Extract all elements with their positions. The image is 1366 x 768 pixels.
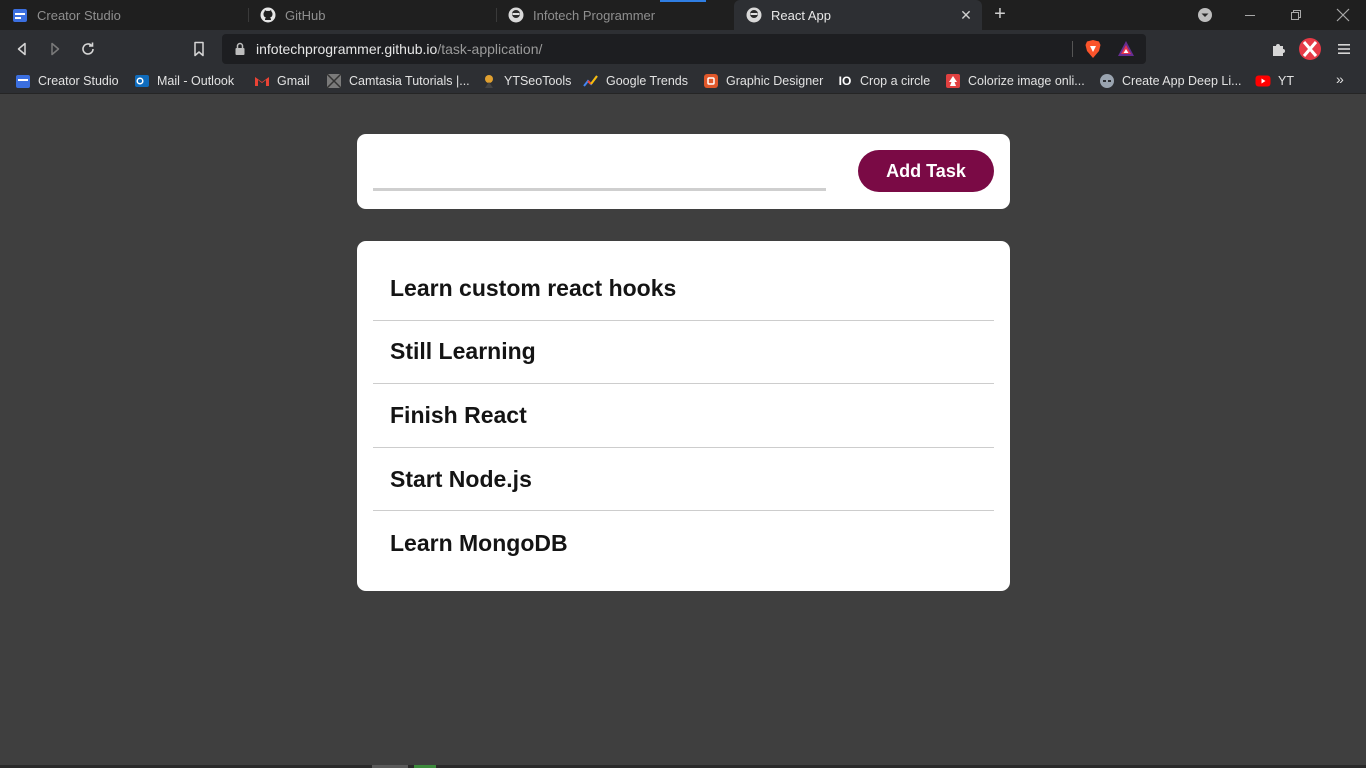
close-icon [1336, 8, 1350, 22]
camtasia-icon [326, 73, 342, 89]
bookmark-yt[interactable]: YT [1255, 72, 1294, 90]
bookmark-mail-outlook[interactable]: Mail - Outlook [134, 72, 234, 90]
graphic-designer-icon [703, 73, 719, 89]
tab-loading-indicator [660, 0, 706, 2]
bookmark-label: Graphic Designer [726, 74, 824, 88]
omnibox-divider [1072, 41, 1073, 57]
bookmark-label: Creator Studio [38, 74, 119, 88]
bookmark-label: Gmail [277, 74, 310, 88]
url-text: infotechprogrammer.github.io/task-applic… [256, 41, 542, 57]
task-list-card: Learn custom react hooks Still Learning … [357, 241, 1010, 591]
new-tab-button[interactable]: + [990, 4, 1010, 25]
brave-shields-icon[interactable] [1084, 39, 1102, 64]
add-task-button[interactable]: Add Task [858, 150, 994, 192]
task-input[interactable] [373, 150, 826, 191]
bookmark-google-trends[interactable]: Google Trends [583, 72, 688, 90]
tab-title: Infotech Programmer [533, 7, 656, 23]
close-window-button[interactable] [1320, 0, 1366, 30]
tab-creator-studio[interactable]: Creator Studio [0, 0, 248, 30]
bookmark-camtasia[interactable]: Camtasia Tutorials |... [326, 72, 470, 90]
bookmark-gmail[interactable]: Gmail [254, 72, 310, 90]
bookmark-colorize-image[interactable]: Colorize image onli... [945, 72, 1085, 90]
bookmark-creator-studio[interactable]: Creator Studio [15, 72, 119, 90]
bookmark-ytseotools[interactable]: YTSeoTools [481, 72, 571, 90]
bookmark-label: Google Trends [606, 74, 688, 88]
restore-button[interactable] [1273, 0, 1319, 30]
bookmark-icon [194, 41, 204, 57]
back-arrow-icon [17, 42, 26, 56]
forward-arrow-icon [51, 42, 60, 56]
url-path: /task-application/ [437, 41, 543, 57]
bookmark-label: Crop a circle [860, 74, 931, 88]
tab-github[interactable]: GitHub [248, 0, 496, 30]
google-trends-icon [583, 73, 599, 89]
creator-studio-icon [12, 7, 28, 23]
youtube-icon [1255, 73, 1271, 89]
task-item[interactable]: Start Node.js [373, 448, 994, 512]
chevron-down-icon [1198, 8, 1212, 22]
tab-title: Creator Studio [37, 7, 121, 23]
bookmark-label: YTSeoTools [504, 74, 572, 88]
outlook-icon [134, 73, 150, 89]
forward-button[interactable] [43, 37, 67, 61]
brave-rewards-icon[interactable] [1117, 40, 1135, 63]
bookmark-crop-a-circle[interactable]: IO Crop a circle [837, 72, 931, 90]
site-favicon [746, 7, 762, 23]
crop-circle-icon: IO [838, 74, 852, 88]
bookmark-button[interactable] [187, 37, 211, 61]
gmail-icon [254, 73, 270, 89]
reload-icon [82, 42, 94, 55]
close-tab-icon[interactable]: ✕ [958, 7, 974, 23]
reload-button[interactable] [76, 37, 100, 61]
browser-menu-button[interactable] [1332, 37, 1356, 61]
lock-icon [234, 42, 246, 61]
puzzle-icon [1273, 44, 1285, 56]
tab-search-button[interactable] [1182, 0, 1228, 30]
deeplink-icon [1099, 73, 1115, 89]
task-item[interactable]: Finish React [373, 384, 994, 448]
bookmark-label: Colorize image onli... [968, 74, 1085, 88]
tab-infotech-programmer[interactable]: Infotech Programmer [496, 0, 734, 30]
browser-toolbar: infotechprogrammer.github.io/task-applic… [0, 30, 1366, 68]
github-icon [260, 7, 276, 23]
creator-studio-icon [15, 73, 31, 89]
extensions-button[interactable] [1267, 37, 1291, 61]
bookmark-label: Create App Deep Li... [1122, 74, 1242, 88]
bookmark-label: Mail - Outlook [157, 74, 235, 88]
bookmark-graphic-designer[interactable]: Graphic Designer [703, 72, 823, 90]
task-item[interactable]: Learn MongoDB [373, 511, 994, 575]
task-item[interactable]: Still Learning [373, 321, 994, 385]
tab-react-app[interactable]: React App ✕ [734, 0, 982, 30]
add-task-form: Add Task [357, 134, 1010, 209]
bookmarks-overflow-button[interactable]: » [1336, 71, 1344, 87]
bookmark-label: Camtasia Tutorials |... [349, 74, 470, 88]
bookmark-create-app-deep-link[interactable]: Create App Deep Li... [1099, 72, 1242, 90]
tab-title: React App [771, 7, 831, 23]
site-favicon [508, 7, 524, 23]
colorize-icon [945, 73, 961, 89]
avatar-icon [1299, 38, 1321, 60]
address-bar[interactable]: infotechprogrammer.github.io/task-applic… [222, 34, 1146, 64]
url-host: infotechprogrammer.github.io [256, 41, 438, 57]
minimize-button[interactable] [1227, 0, 1273, 30]
minimize-icon [1245, 15, 1255, 16]
bookmark-label: YT [1278, 74, 1294, 88]
back-button[interactable] [10, 37, 34, 61]
tab-title: GitHub [285, 7, 326, 23]
bookmarks-bar: Creator Studio Mail - Outlook Gmail Camt… [0, 68, 1366, 94]
ytseotools-icon [481, 73, 497, 89]
task-list: Learn custom react hooks Still Learning … [373, 257, 994, 575]
browser-tab-strip: Creator Studio GitHub Infotech Programme… [0, 0, 1366, 30]
restore-icon [1291, 10, 1301, 20]
task-item[interactable]: Learn custom react hooks [373, 257, 994, 321]
hamburger-menu-icon [1338, 44, 1350, 54]
profile-avatar[interactable] [1298, 37, 1322, 61]
